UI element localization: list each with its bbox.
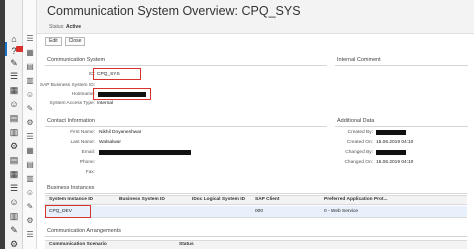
nav-grid-icon[interactable]: ▦ <box>25 47 35 57</box>
user-icon-2[interactable]: ☺ <box>7 196 21 208</box>
cell-sap-client: 000 <box>255 209 264 214</box>
email-redacted <box>99 150 191 155</box>
column-header-idoc-logical-system-id[interactable]: IDoc Logical System ID <box>192 197 245 202</box>
toolbar: Edit Close <box>45 37 86 46</box>
last-name-value: Walsalwar <box>99 140 121 145</box>
nav-settings-icon[interactable]: ⚙ <box>25 117 35 127</box>
nav-doc-icon-2[interactable]: ▤ <box>25 159 35 169</box>
chart-icon-2[interactable]: ▥ <box>7 210 21 222</box>
system-access-type-label: System Access Type: <box>49 101 96 106</box>
page-title: Communication System Overview: CPQ_SYS <box>47 4 301 18</box>
nav-list-icon[interactable]: ☰ <box>25 33 35 43</box>
nav-user-icon-2[interactable]: ☺ <box>25 187 35 197</box>
nav-user-icon[interactable]: ☺ <box>25 89 35 99</box>
email-label: Email: <box>81 150 95 155</box>
created-by-label: Created By: <box>347 130 373 135</box>
section-divider <box>45 236 467 237</box>
app-icon-rail: ⌂ ? ✎ ☰ ▦ ☺ ▤ ▥ ⚙ ▤ ▦ ☰ ☺ ▥ ✎ ⚙ <box>5 0 24 249</box>
column-header-sap-client[interactable]: SAP Client <box>255 197 279 202</box>
created-on-label: Created On: <box>346 140 373 145</box>
column-header-system-instance-id[interactable]: System Instance ID <box>49 197 93 202</box>
status-label: Status: <box>49 24 65 30</box>
hostname-label: Hostname: <box>71 92 95 97</box>
nav-tools-icon[interactable]: ✎ <box>25 103 35 113</box>
column-header-preferred-application-prot[interactable]: Preferred Application Prot... <box>324 197 388 202</box>
nav-chart-icon[interactable]: ▥ <box>25 75 35 85</box>
main-content: Communication System Overview: CPQ_SYS S… <box>37 0 474 249</box>
changed-by-label: Changed By: <box>345 150 373 155</box>
status-indicator: Status: Active <box>49 24 81 30</box>
section-title-additional: Additional Data <box>337 118 375 124</box>
highlight-box-system-instance <box>45 205 91 218</box>
phone-label: Phone: <box>79 160 95 165</box>
tools-icon[interactable]: ✎ <box>7 57 21 69</box>
settings-icon-2[interactable]: ⚙ <box>7 238 21 249</box>
list-icon-2[interactable]: ☰ <box>7 182 21 194</box>
section-divider <box>335 126 468 127</box>
system-access-type-value: Internal <box>97 101 113 106</box>
nav-grid-icon-2[interactable]: ▦ <box>25 145 35 155</box>
last-name-label: Last Name: <box>70 140 95 145</box>
chart-icon[interactable]: ▥ <box>7 126 21 138</box>
first-name-label: First Name: <box>70 130 95 135</box>
nav-settings-icon-2[interactable]: ⚙ <box>25 215 35 225</box>
fax-label: Fax: <box>85 170 95 175</box>
home-icon[interactable]: ⌂ <box>7 33 21 45</box>
secondary-icon-rail: ☰ ▦ ▤ ▥ ☺ ✎ ⚙ ☰ ▦ ▤ ▥ ☺ ✎ ⚙ ☰ <box>23 0 37 249</box>
changed-on-label: Changed On: <box>344 160 373 165</box>
section-title-business-instances: Business Instances <box>47 185 95 191</box>
edit-button[interactable]: Edit <box>45 37 62 46</box>
section-title-communication-system: Communication System <box>47 57 106 63</box>
settings-icon[interactable]: ⚙ <box>7 140 21 152</box>
section-divider <box>335 65 468 66</box>
section-title-internal-comment: Internal Comment <box>337 57 381 63</box>
column-header-communication-scenario[interactable]: Communication Scenario <box>49 242 107 247</box>
nav-chart-icon-2[interactable]: ▥ <box>25 173 35 183</box>
cell-preferred-application-prot: 0 - Web Service <box>324 209 359 214</box>
nav-list-icon-3[interactable]: ☰ <box>25 229 35 239</box>
created-on-value: 15.06.2019 04:10 <box>376 140 414 145</box>
list-icon[interactable]: ☰ <box>7 70 21 82</box>
nav-list-icon-2[interactable]: ☰ <box>25 131 35 141</box>
section-title-contact: Contact Information <box>47 118 95 124</box>
close-button[interactable]: Close <box>64 37 86 46</box>
status-value: Active <box>65 24 81 30</box>
changed-by-redacted <box>376 150 406 155</box>
nav-doc-icon[interactable]: ▤ <box>25 61 35 71</box>
grid-icon-2[interactable]: ▦ <box>7 168 21 180</box>
status-bar <box>37 22 474 34</box>
first-name-value: Nikhil Dnyaneshwar <box>99 130 142 135</box>
tools-icon-2[interactable]: ✎ <box>7 224 21 236</box>
section-divider <box>45 65 327 66</box>
sap-business-system-label: SAP Business System ID: <box>39 83 95 88</box>
document-icon-2[interactable]: ▤ <box>7 154 21 166</box>
column-header-business-system-id[interactable]: Business System ID <box>119 197 165 202</box>
created-by-redacted <box>376 130 406 135</box>
id-label: ID: <box>88 72 95 77</box>
nav-tools-icon-2[interactable]: ✎ <box>25 201 35 211</box>
section-divider <box>45 126 327 127</box>
document-icon[interactable]: ▤ <box>7 112 21 124</box>
changed-on-value: 15.06.2019 04:10 <box>376 160 414 165</box>
section-divider <box>45 193 467 194</box>
user-icon[interactable]: ☺ <box>7 98 21 110</box>
grid-icon[interactable]: ▦ <box>7 84 21 96</box>
highlight-box-hostname <box>93 88 151 100</box>
communication-arrangements-table-header <box>45 240 467 249</box>
highlight-box-id <box>93 68 141 80</box>
section-title-communication-arrangements: Communication Arrangements <box>47 228 121 234</box>
column-header-status[interactable]: Status <box>179 242 194 247</box>
